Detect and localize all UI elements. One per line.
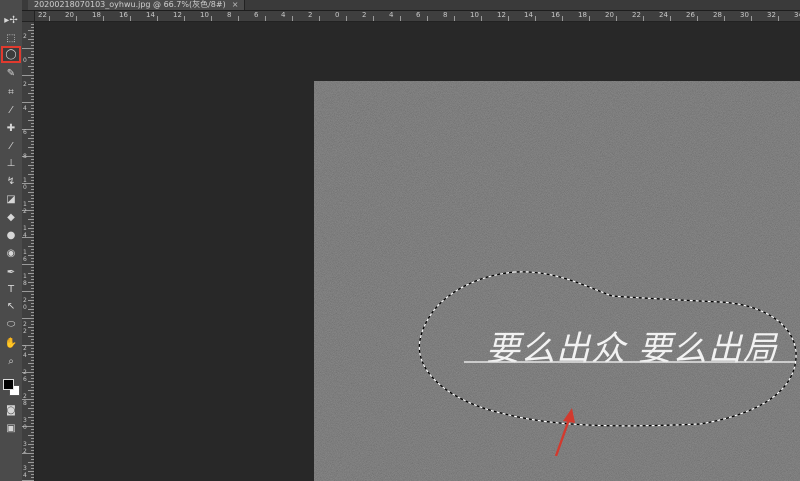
selection-overlay: 要么出众 要么出局 [418, 271, 797, 457]
calligraphy-text: 要么出众 要么出局 [486, 329, 779, 369]
ruler-origin[interactable] [22, 11, 35, 22]
red-arrow-annotation [554, 408, 575, 457]
